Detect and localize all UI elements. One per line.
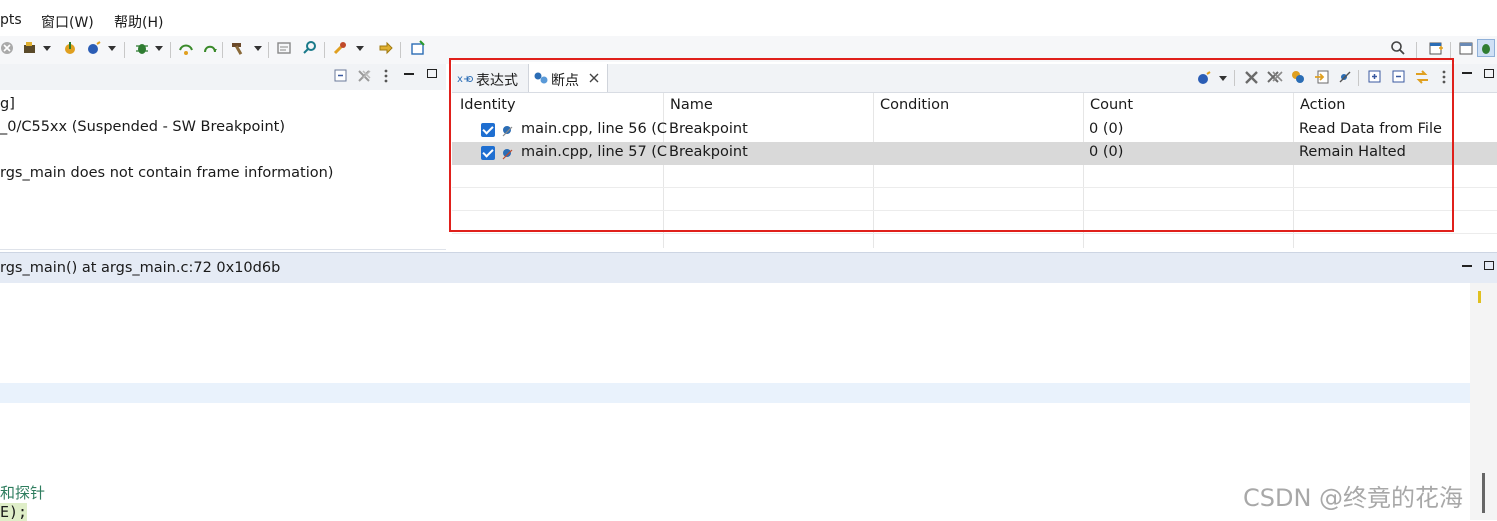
debug-tree-item-frame[interactable]: rgs_main does not contain frame informat… xyxy=(0,165,333,181)
step-over-icon[interactable] xyxy=(178,40,194,56)
code-line: E); xyxy=(0,503,28,521)
watermark: CSDN @终竟的花海 xyxy=(1243,484,1464,512)
debug-bug-icon[interactable] xyxy=(134,40,150,56)
highlight-annotation-box xyxy=(449,58,1454,232)
new-bomb-icon[interactable] xyxy=(86,40,102,56)
search-icon[interactable] xyxy=(1390,40,1406,56)
build-hammer-icon[interactable] xyxy=(230,40,246,56)
debug-dropdown-icon[interactable] xyxy=(155,46,163,51)
perspective-new-icon[interactable] xyxy=(410,40,426,56)
menu-bar: pts 窗口(W) 帮助(H) xyxy=(0,0,1497,36)
current-line-highlight xyxy=(0,383,1470,403)
editor-title[interactable]: rgs_main() at args_main.c:72 0x10d6b xyxy=(0,260,280,276)
pin-launch-icon[interactable] xyxy=(332,40,348,56)
disconnect-icon[interactable] xyxy=(0,40,16,56)
ccs-debug-perspective-icon[interactable] xyxy=(1477,39,1495,57)
editor-minimize-icon[interactable] xyxy=(1462,265,1472,267)
remove-all-terminated-icon[interactable] xyxy=(357,69,372,84)
connect-target-icon[interactable] xyxy=(22,40,38,56)
debug-view xyxy=(0,64,446,250)
menu-scripts[interactable]: pts xyxy=(0,12,22,28)
view-menu-icon[interactable] xyxy=(383,69,389,83)
menu-window[interactable]: 窗口(W) xyxy=(41,12,94,32)
ccs-edit-perspective-icon[interactable] xyxy=(1458,40,1474,56)
debug-view-toolbar xyxy=(0,64,446,90)
bp-minimize-icon[interactable] xyxy=(1462,72,1472,74)
new-dropdown-icon[interactable] xyxy=(108,46,116,51)
debug-tree-item-launch[interactable]: g] xyxy=(0,96,15,112)
search-open-icon[interactable] xyxy=(302,40,318,56)
editor-maximize-icon[interactable] xyxy=(1484,261,1494,270)
scrollbar-thumb[interactable] xyxy=(1482,473,1485,513)
bp-maximize-icon[interactable] xyxy=(1484,69,1494,78)
debug-tree-item-core[interactable]: _0/C55xx (Suspended - SW Breakpoint) xyxy=(0,119,285,135)
maximize-icon[interactable] xyxy=(427,69,437,78)
next-annotation-icon[interactable] xyxy=(378,40,394,56)
console-icon[interactable] xyxy=(276,40,292,56)
minimize-icon[interactable] xyxy=(404,73,414,75)
overview-marker xyxy=(1478,291,1481,303)
load-program-icon[interactable] xyxy=(62,40,78,56)
connect-dropdown-icon[interactable] xyxy=(43,46,51,51)
step-return-icon[interactable] xyxy=(202,40,218,56)
open-perspective-icon[interactable] xyxy=(1428,40,1444,56)
code-comment-line: 和探针 xyxy=(0,484,46,502)
editor-vertical-scrollbar[interactable] xyxy=(1470,283,1497,520)
launch-dropdown-icon[interactable] xyxy=(356,46,364,51)
build-dropdown-icon[interactable] xyxy=(254,46,262,51)
editor-header: rgs_main() at args_main.c:72 0x10d6b xyxy=(0,252,1497,284)
menu-help[interactable]: 帮助(H) xyxy=(114,12,163,32)
collapse-all-icon[interactable] xyxy=(334,69,348,83)
